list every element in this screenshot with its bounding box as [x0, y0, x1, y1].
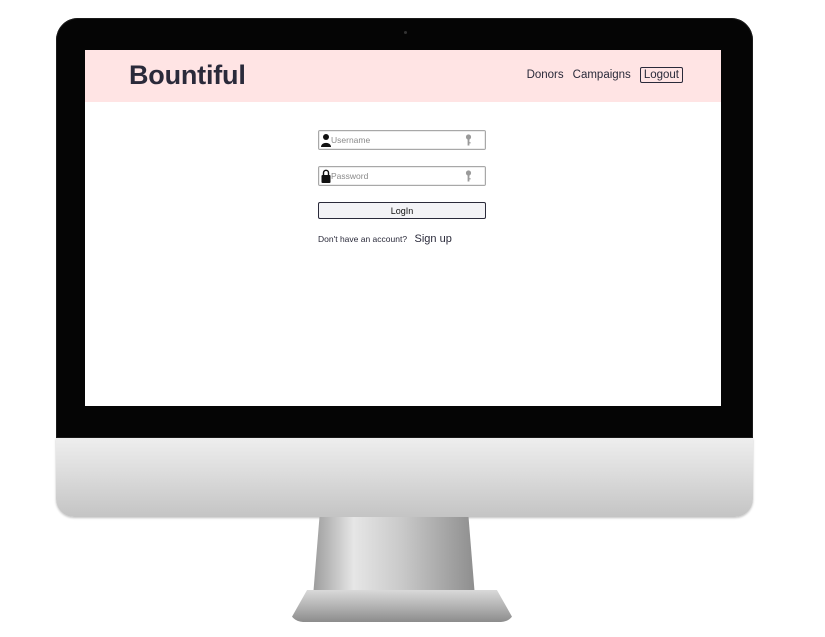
lock-icon [321, 169, 331, 183]
camera-dot [404, 31, 407, 34]
signup-row: Don't have an account? Sign up [318, 229, 486, 247]
username-input[interactable] [331, 131, 466, 149]
navbar: Bountiful Donors Campaigns Logout [85, 50, 721, 102]
monitor-stand-neck [313, 517, 475, 597]
signup-link[interactable]: Sign up [415, 233, 452, 245]
signup-prompt: Don't have an account? [318, 234, 408, 244]
nav-link-donors[interactable]: Donors [527, 69, 564, 81]
key-icon [465, 170, 472, 182]
monitor-chin [56, 438, 753, 517]
login-button[interactable]: LogIn [318, 202, 486, 219]
key-icon [465, 134, 472, 146]
nav-link-campaigns[interactable]: Campaigns [573, 69, 631, 81]
password-field [318, 166, 486, 186]
username-field [318, 130, 486, 150]
monitor-stand-foot [289, 590, 515, 622]
nav-links: Donors Campaigns Logout [518, 67, 683, 83]
user-icon [321, 134, 331, 147]
brand-logo[interactable]: Bountiful [129, 60, 246, 91]
logout-button[interactable]: Logout [639, 67, 683, 83]
password-input[interactable] [331, 167, 466, 185]
login-form: LogIn Don't have an account? Sign up [318, 130, 486, 247]
screen: Bountiful Donors Campaigns Logout Userna… [85, 50, 721, 406]
